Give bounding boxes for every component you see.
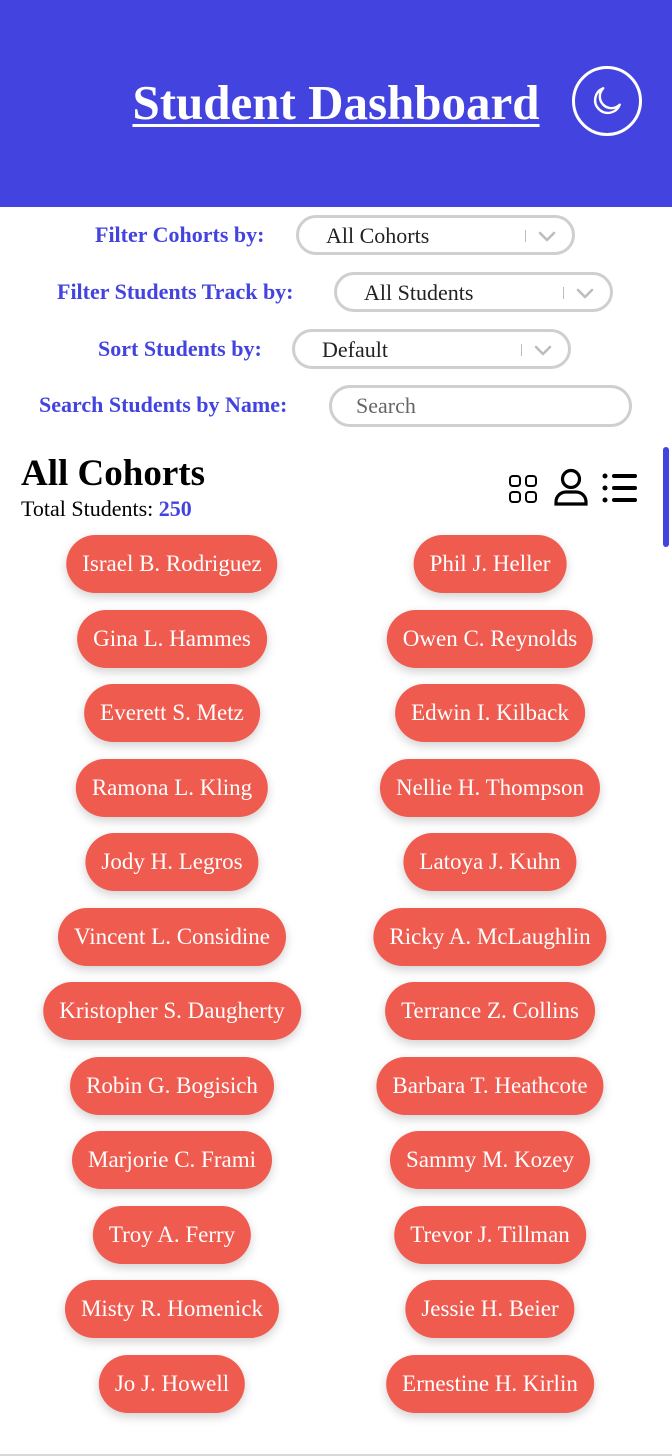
student-pill[interactable]: Trevor J. Tillman [394,1205,586,1264]
select-separator [521,344,522,356]
scrollbar-thumb[interactable] [663,447,669,547]
track-filter-value: All Students [364,280,474,305]
moon-icon [593,87,621,115]
student-pill[interactable]: Ernestine H. Kirlin [386,1354,594,1413]
cohort-filter-select[interactable]: All Cohorts [296,215,575,255]
chevron-down-icon [538,231,556,242]
cohort-filter-value: All Cohorts [326,223,430,248]
student-pill[interactable]: Jo J. Howell [98,1354,246,1413]
search-input[interactable] [329,385,632,427]
select-separator [525,230,526,242]
student-pill[interactable]: Jessie H. Beier [405,1280,575,1338]
student-pill[interactable]: Nellie H. Thompson [379,758,601,817]
chevron-down-icon [576,288,594,299]
filter-track-label: Filter Students Track by: [57,279,294,304]
sort-value: Default [322,337,388,362]
total-students: Total Students: 250 [21,495,192,523]
header-bar: Student Dashboard [0,0,672,207]
theme-toggle-button[interactable] [572,66,642,136]
select-separator [563,287,564,299]
student-pill[interactable]: Kristopher S. Daugherty [43,982,301,1040]
list-view-icon[interactable] [600,470,640,506]
filter-cohorts-label: Filter Cohorts by: [95,222,265,247]
track-filter-select[interactable]: All Students [334,272,613,312]
student-pill[interactable]: Ramona L. Kling [75,758,269,817]
student-pill[interactable]: Gina L. Hammes [77,609,267,668]
student-pill[interactable]: Owen C. Reynolds [386,609,594,668]
total-students-label: Total Students: [21,496,154,521]
student-pill[interactable]: Ricky A. McLaughlin [373,907,607,966]
student-pill[interactable]: Robin G. Bogisich [70,1056,274,1115]
student-pill[interactable]: Everett S. Metz [84,684,260,742]
student-pill[interactable]: Sammy M. Kozey [389,1131,591,1189]
chevron-down-icon [534,345,552,356]
sort-select[interactable]: Default [292,329,571,369]
sort-students-label: Sort Students by: [98,336,262,361]
student-pill[interactable]: Jody H. Legros [85,833,259,891]
student-pill[interactable]: Troy A. Ferry [92,1205,252,1264]
student-pill[interactable]: Israel B. Rodriguez [66,535,278,593]
student-pill[interactable]: Latoya J. Kuhn [403,833,577,891]
total-students-count: 250 [158,496,192,521]
student-pill[interactable]: Terrance Z. Collins [385,982,595,1040]
search-students-label: Search Students by Name: [39,392,288,417]
student-pill[interactable]: Barbara T. Heathcote [376,1056,604,1115]
student-pill[interactable]: Edwin I. Kilback [395,684,585,742]
student-pill[interactable]: Phil J. Heller [413,535,567,593]
grid-view-icon[interactable] [507,473,539,505]
student-pill[interactable]: Vincent L. Considine [57,907,287,966]
user-view-icon[interactable] [553,468,589,508]
student-pill[interactable]: Misty R. Homenick [64,1280,280,1338]
section-title: All Cohorts [21,453,205,494]
student-pill[interactable]: Marjorie C. Frami [72,1131,272,1189]
